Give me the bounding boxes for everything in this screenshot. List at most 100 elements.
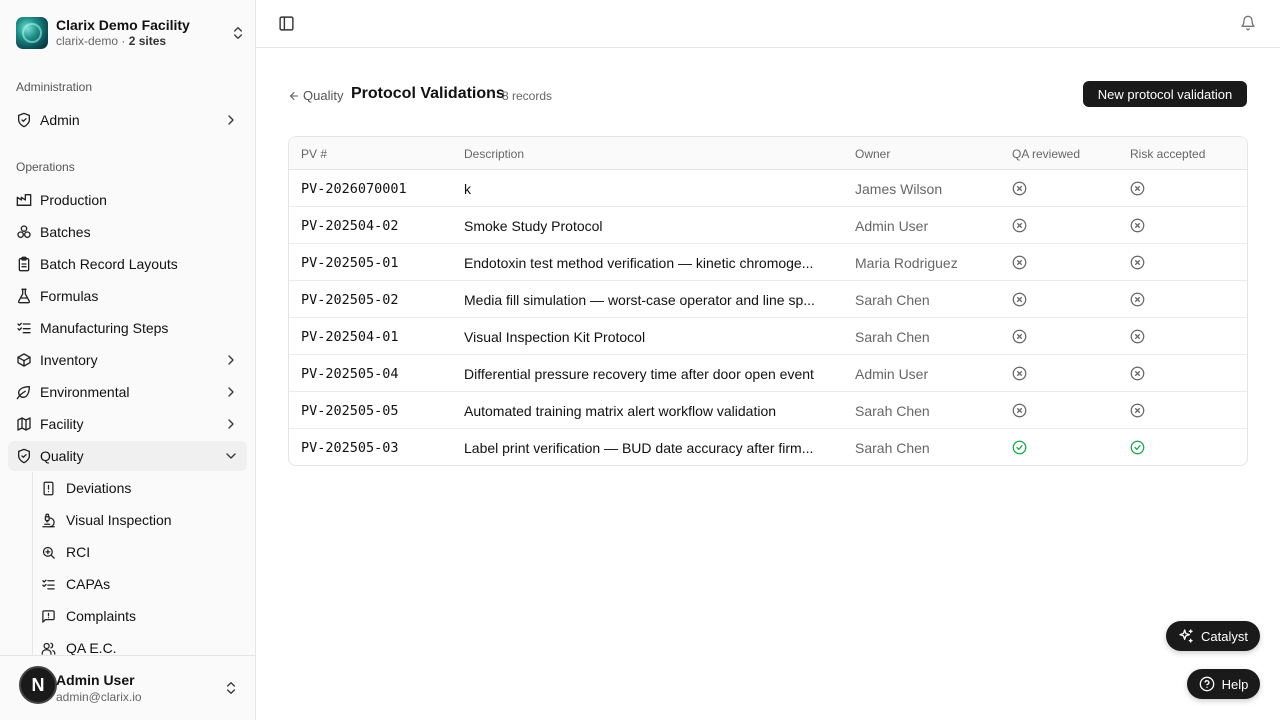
sidebar-item-label: Facility bbox=[40, 416, 84, 432]
sidebar-item-label: Complaints bbox=[66, 608, 137, 624]
shield-check-icon bbox=[18, 448, 30, 464]
help-circle-icon bbox=[1199, 676, 1214, 692]
cell-pv-number: PV-202504-02 bbox=[301, 218, 399, 234]
sidebar-item-label: Quality bbox=[40, 448, 84, 464]
table-row[interactable]: PV-202504-02 Smoke Study Protocol Admin Us… bbox=[289, 207, 1247, 244]
clipboard-icon bbox=[18, 256, 30, 272]
table-row[interactable]: PV-2026070001 k James Wilson bbox=[289, 170, 1247, 207]
arrow-left-icon bbox=[290, 91, 298, 100]
x-circle-icon bbox=[1012, 292, 1027, 307]
sidebar-item-label: QA E.C. bbox=[66, 640, 117, 656]
sidebar-item-label: Batches bbox=[40, 224, 91, 240]
chevrons-up-down-icon bbox=[227, 682, 235, 694]
x-circle-icon bbox=[1012, 181, 1027, 196]
sidebar-subitem-visual-inspection[interactable]: Visual Inspection bbox=[33, 505, 247, 535]
shield-icon bbox=[18, 112, 30, 128]
sidebar-item-quality[interactable]: Quality bbox=[8, 441, 247, 471]
map-icon bbox=[17, 417, 31, 431]
sparkles-icon bbox=[1179, 629, 1193, 643]
sidebar-item-admin[interactable]: Admin bbox=[8, 105, 247, 135]
table-header: PV # Description Owner QA reviewed Risk … bbox=[289, 137, 1247, 170]
user-email: admin@clarix.io bbox=[56, 690, 142, 704]
top-bar bbox=[256, 0, 1280, 48]
sidebar-item-label: Admin bbox=[40, 112, 80, 128]
users-icon bbox=[41, 642, 56, 655]
chevron-right-icon bbox=[228, 355, 234, 365]
cell-description: Endotoxin test method verification — kin… bbox=[464, 255, 814, 271]
org-switcher[interactable]: Clarix Demo Facility clarix-demo · 2 sit… bbox=[16, 16, 246, 50]
org-name: Clarix Demo Facility bbox=[56, 17, 190, 33]
record-count: 8 records bbox=[502, 89, 553, 103]
cell-description: Smoke Study Protocol bbox=[464, 218, 603, 234]
sidebar-item-label: Manufacturing Steps bbox=[40, 320, 169, 336]
help-button[interactable]: Help bbox=[1187, 669, 1260, 699]
column-header-qa-reviewed[interactable]: QA reviewed bbox=[1012, 147, 1080, 161]
sidebar-subitem-complaints[interactable]: Complaints bbox=[33, 601, 247, 631]
sidebar-item-batches[interactable]: Batches bbox=[8, 217, 247, 247]
chevron-right-icon bbox=[228, 419, 234, 429]
sidebar: Clarix Demo Facility clarix-demo · 2 sit… bbox=[0, 0, 256, 720]
sidebar-subitem-capas[interactable]: CAPAs bbox=[33, 569, 247, 599]
sidebar-item-manufacturing-steps[interactable]: Manufacturing Steps bbox=[8, 313, 247, 343]
org-slug: clarix-demo bbox=[56, 34, 119, 48]
table-row[interactable]: PV-202505-01 Endotoxin test method verifi… bbox=[289, 244, 1247, 281]
table-row[interactable]: PV-202505-03 Label print verification — B… bbox=[289, 429, 1247, 465]
sidebar-item-facility[interactable]: Facility bbox=[8, 409, 247, 439]
x-circle-icon bbox=[1130, 218, 1145, 233]
x-circle-icon bbox=[1012, 255, 1027, 270]
x-circle-icon bbox=[1012, 403, 1027, 418]
catalyst-button[interactable]: Catalyst bbox=[1166, 621, 1260, 651]
sidebar-item-production[interactable]: Production bbox=[8, 185, 247, 215]
page-title: Protocol Validations bbox=[351, 85, 505, 102]
column-header-description[interactable]: Description bbox=[464, 147, 524, 161]
cell-owner: Sarah Chen bbox=[855, 329, 930, 345]
table-body: PV-2026070001 k James Wilson PV-202504-02 Sm… bbox=[289, 170, 1247, 465]
sidebar-item-inventory[interactable]: Inventory bbox=[8, 345, 247, 375]
column-header-pv[interactable]: PV # bbox=[301, 147, 327, 161]
sidebar-item-environmental[interactable]: Environmental bbox=[8, 377, 247, 407]
sidebar-subitem-rci[interactable]: RCI bbox=[33, 537, 247, 567]
bell-icon[interactable] bbox=[1240, 15, 1256, 31]
search-zoom-icon bbox=[42, 546, 55, 559]
cell-pv-number: PV-202505-02 bbox=[301, 292, 399, 308]
file-alert-icon bbox=[43, 481, 54, 495]
x-circle-icon bbox=[1130, 181, 1145, 196]
cell-owner: Sarah Chen bbox=[855, 440, 930, 456]
back-link-quality[interactable]: Quality bbox=[288, 88, 343, 103]
table-row[interactable]: PV-202504-01 Visual Inspection Kit Protoc… bbox=[289, 318, 1247, 355]
table-row[interactable]: PV-202505-02 Media fill simulation — wors… bbox=[289, 281, 1247, 318]
factory-icon bbox=[16, 194, 32, 206]
column-header-risk-accepted[interactable]: Risk accepted bbox=[1130, 147, 1205, 161]
cell-pv-number: PV-202505-04 bbox=[301, 366, 399, 382]
new-protocol-validation-button[interactable]: New protocol validation bbox=[1083, 81, 1247, 107]
user-menu[interactable]: N Admin User admin@clarix.io bbox=[0, 655, 255, 720]
check-circle-icon bbox=[1012, 440, 1027, 455]
table-row[interactable]: PV-202505-05 Automated training matrix al… bbox=[289, 392, 1247, 429]
microscope-icon bbox=[42, 513, 55, 527]
org-sites: 2 sites bbox=[128, 34, 167, 48]
org-meta: clarix-demo · 2 sites bbox=[56, 34, 167, 48]
cell-description: Automated training matrix alert workflow… bbox=[464, 403, 777, 419]
chevrons-up-down-icon bbox=[234, 27, 242, 39]
x-circle-icon bbox=[1012, 218, 1027, 233]
protocol-validations-table: PV # Description Owner QA reviewed Risk … bbox=[288, 136, 1248, 466]
sidebar-item-batch-record-layouts[interactable]: Batch Record Layouts bbox=[8, 249, 247, 279]
sidebar-item-label: Environmental bbox=[40, 384, 130, 400]
cell-owner: Sarah Chen bbox=[855, 292, 930, 308]
cell-pv-number: PV-202505-01 bbox=[301, 255, 399, 271]
sidebar-item-label: Deviations bbox=[66, 480, 132, 496]
help-label: Help bbox=[1221, 676, 1249, 692]
cell-description: Media fill simulation — worst-case opera… bbox=[464, 292, 815, 308]
cell-owner: Sarah Chen bbox=[855, 403, 930, 419]
cell-pv-number: PV-202505-03 bbox=[301, 440, 399, 456]
chevron-down-icon bbox=[226, 453, 236, 459]
sidebar-subitem-deviations[interactable]: Deviations bbox=[33, 473, 247, 503]
x-circle-icon bbox=[1012, 329, 1027, 344]
sidebar-item-formulas[interactable]: Formulas bbox=[8, 281, 247, 311]
user-name: Admin User bbox=[56, 672, 135, 688]
column-header-owner[interactable]: Owner bbox=[855, 147, 890, 161]
x-circle-icon bbox=[1130, 292, 1145, 307]
table-row[interactable]: PV-202505-04 Differential pressure recove… bbox=[289, 355, 1247, 392]
sidebar-toggle-icon[interactable] bbox=[278, 15, 295, 32]
sidebar-item-label: Production bbox=[40, 192, 107, 208]
